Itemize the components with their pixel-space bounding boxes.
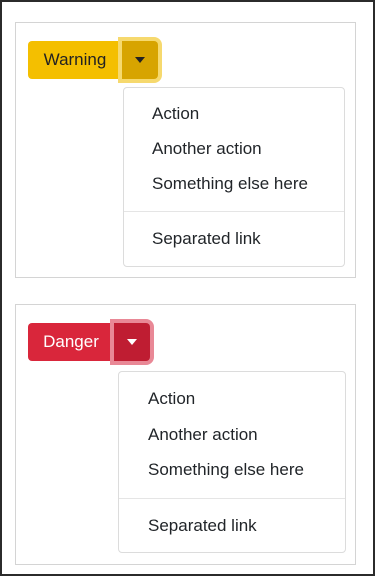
caret-down-icon — [135, 57, 145, 63]
danger-dropdown-toggle[interactable] — [114, 323, 150, 361]
menu-item-separated-link[interactable]: Separated link — [152, 229, 261, 249]
menu-item-another-action[interactable]: Another action — [152, 139, 262, 159]
menu-item-another-action[interactable]: Another action — [148, 425, 258, 445]
menu-divider — [119, 498, 345, 499]
menu-item-something-else[interactable]: Something else here — [148, 460, 304, 480]
menu-item-separated-link[interactable]: Separated link — [148, 516, 257, 536]
menu-item-something-else[interactable]: Something else here — [152, 174, 308, 194]
menu-item-action[interactable]: Action — [148, 389, 195, 409]
danger-dropdown-menu: Action Another action Something else her… — [118, 371, 346, 553]
danger-split-button: Danger — [28, 323, 150, 361]
danger-button[interactable]: Danger — [28, 323, 114, 361]
warning-button[interactable]: Warning — [28, 41, 122, 79]
menu-item-action[interactable]: Action — [152, 104, 199, 124]
warning-dropdown-panel: Warning Action Another action Something … — [15, 22, 356, 278]
screenshot-frame: Warning Action Another action Something … — [0, 0, 375, 576]
warning-split-button: Warning — [28, 41, 158, 79]
caret-down-icon — [127, 339, 137, 345]
danger-dropdown-panel: Danger Action Another action Something e… — [15, 304, 356, 565]
menu-divider — [124, 211, 344, 212]
warning-dropdown-menu: Action Another action Something else her… — [123, 87, 345, 267]
warning-dropdown-toggle[interactable] — [122, 41, 158, 79]
